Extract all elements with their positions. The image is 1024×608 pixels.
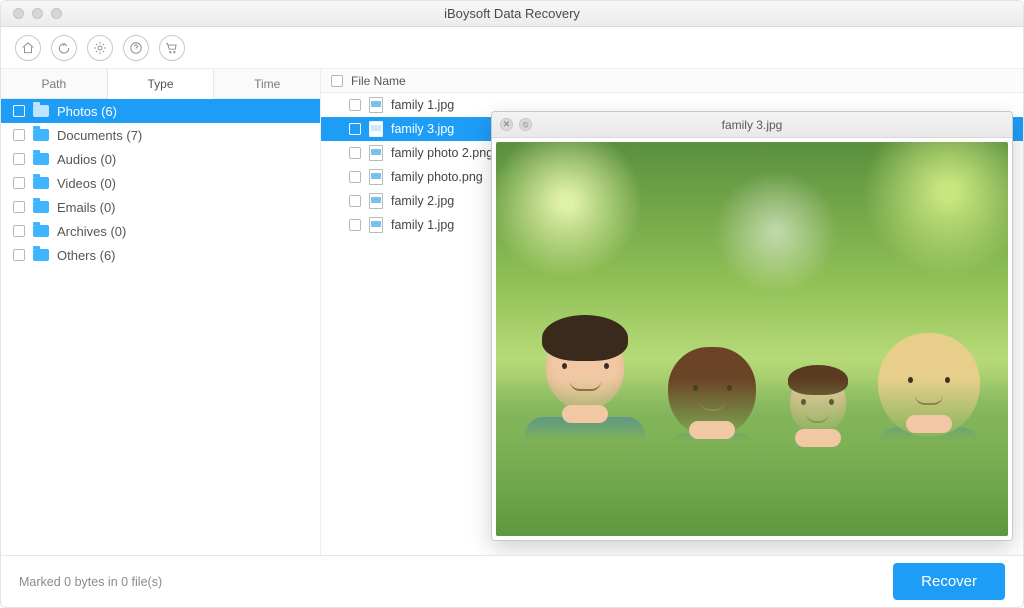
- category-emails[interactable]: Emails (0): [1, 195, 320, 219]
- category-label: Archives (0): [57, 224, 126, 239]
- category-checkbox[interactable]: [13, 201, 25, 213]
- folder-icon: [33, 201, 49, 213]
- preview-disable-icon[interactable]: ⦸: [519, 118, 532, 131]
- preview-title: family 3.jpg: [492, 118, 1012, 132]
- file-name: family photo.png: [391, 170, 483, 184]
- folder-icon: [33, 225, 49, 237]
- file-name: family 2.jpg: [391, 194, 454, 208]
- image-file-icon: [369, 193, 383, 209]
- image-file-icon: [369, 217, 383, 233]
- category-list: Photos (6) Documents (7) Audios (0) Videos …: [1, 99, 320, 555]
- preview-body: [492, 138, 1012, 540]
- file-header-label: File Name: [351, 74, 406, 88]
- category-others[interactable]: Others (6): [1, 243, 320, 267]
- preview-window: ✕ ⦸ family 3.jpg: [491, 111, 1013, 541]
- category-checkbox[interactable]: [13, 177, 25, 189]
- folder-icon: [33, 177, 49, 189]
- titlebar: iBoysoft Data Recovery: [1, 1, 1023, 27]
- file-name: family 1.jpg: [391, 218, 454, 232]
- category-documents[interactable]: Documents (7): [1, 123, 320, 147]
- file-list-header: File Name: [321, 69, 1023, 93]
- category-label: Emails (0): [57, 200, 116, 215]
- category-checkbox[interactable]: [13, 105, 25, 117]
- select-all-checkbox[interactable]: [331, 75, 343, 87]
- file-name: family photo 2.png: [391, 146, 493, 160]
- window-controls: [1, 8, 62, 19]
- preview-titlebar: ✕ ⦸ family 3.jpg: [492, 112, 1012, 138]
- image-file-icon: [369, 97, 383, 113]
- file-checkbox[interactable]: [349, 123, 361, 135]
- main-area: PathTypeTime Photos (6) Documents (7) Audi…: [1, 69, 1023, 555]
- preview-close-icon[interactable]: ✕: [500, 118, 513, 131]
- window-title: iBoysoft Data Recovery: [1, 6, 1023, 21]
- folder-icon: [33, 105, 49, 117]
- traffic-close[interactable]: [13, 8, 24, 19]
- sidebar: PathTypeTime Photos (6) Documents (7) Audi…: [1, 69, 321, 555]
- image-file-icon: [369, 145, 383, 161]
- file-checkbox[interactable]: [349, 219, 361, 231]
- app-window: iBoysoft Data Recovery PathTypeTime Phot…: [0, 0, 1024, 608]
- cart-icon[interactable]: [159, 35, 185, 61]
- folder-icon: [33, 129, 49, 141]
- home-icon[interactable]: [15, 35, 41, 61]
- category-checkbox[interactable]: [13, 153, 25, 165]
- file-checkbox[interactable]: [349, 99, 361, 111]
- recover-button[interactable]: Recover: [893, 563, 1005, 600]
- preview-image: [496, 142, 1008, 536]
- traffic-zoom[interactable]: [51, 8, 62, 19]
- file-name: family 3.jpg: [391, 122, 454, 136]
- file-checkbox[interactable]: [349, 195, 361, 207]
- category-label: Photos (6): [57, 104, 117, 119]
- gear-icon[interactable]: [87, 35, 113, 61]
- image-file-icon: [369, 169, 383, 185]
- category-audios[interactable]: Audios (0): [1, 147, 320, 171]
- status-text: Marked 0 bytes in 0 file(s): [19, 575, 162, 589]
- tab-path[interactable]: Path: [1, 69, 108, 98]
- category-videos[interactable]: Videos (0): [1, 171, 320, 195]
- category-label: Videos (0): [57, 176, 116, 191]
- file-name: family 1.jpg: [391, 98, 454, 112]
- toolbar: [1, 27, 1023, 69]
- category-checkbox[interactable]: [13, 225, 25, 237]
- folder-icon: [33, 153, 49, 165]
- footer: Marked 0 bytes in 0 file(s) Recover: [1, 555, 1023, 607]
- category-checkbox[interactable]: [13, 129, 25, 141]
- image-file-icon: [369, 121, 383, 137]
- tab-type[interactable]: Type: [108, 70, 215, 99]
- category-photos[interactable]: Photos (6): [1, 99, 320, 123]
- back-icon[interactable]: [51, 35, 77, 61]
- file-checkbox[interactable]: [349, 147, 361, 159]
- file-checkbox[interactable]: [349, 171, 361, 183]
- traffic-minimize[interactable]: [32, 8, 43, 19]
- category-label: Documents (7): [57, 128, 142, 143]
- folder-icon: [33, 249, 49, 261]
- category-label: Others (6): [57, 248, 116, 263]
- help-icon[interactable]: [123, 35, 149, 61]
- category-checkbox[interactable]: [13, 249, 25, 261]
- category-label: Audios (0): [57, 152, 116, 167]
- tab-time[interactable]: Time: [214, 69, 320, 98]
- grass: [496, 378, 1008, 536]
- sidebar-tabs: PathTypeTime: [1, 69, 320, 99]
- category-archives[interactable]: Archives (0): [1, 219, 320, 243]
